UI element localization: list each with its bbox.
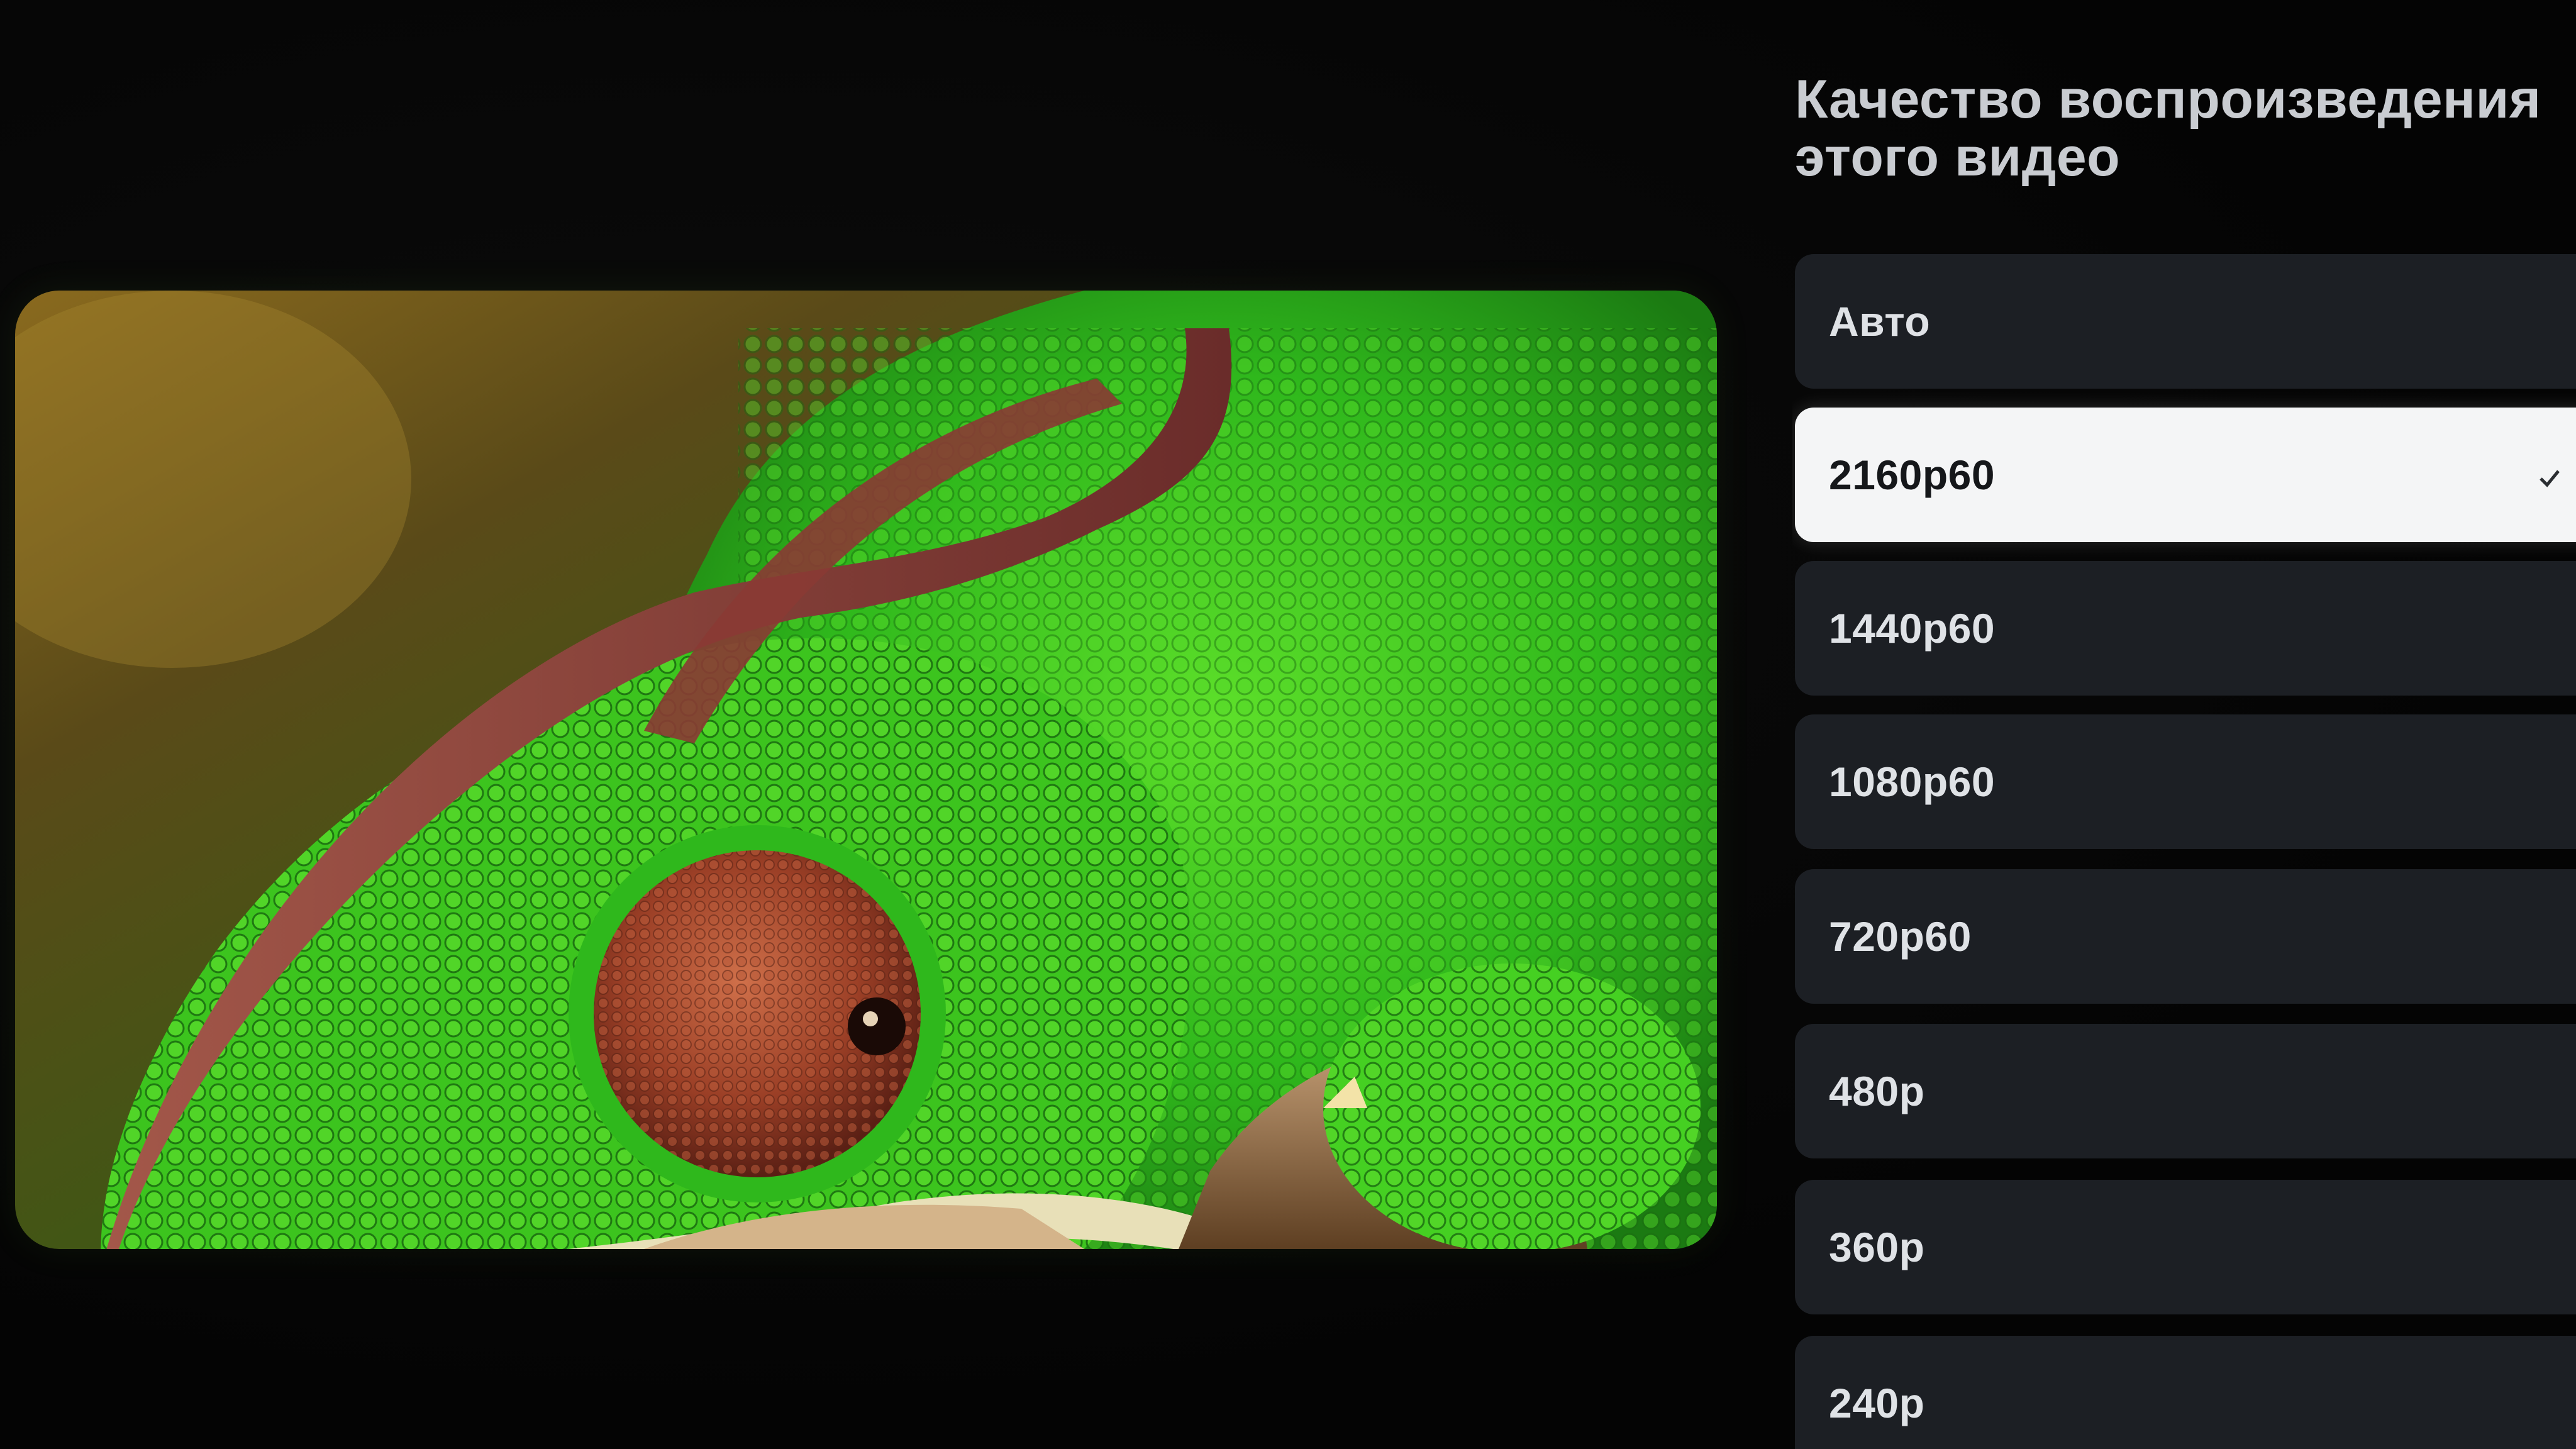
quality-option[interactable]: 360p (1795, 1180, 2576, 1314)
quality-option[interactable]: 1080p60 (1795, 714, 2576, 849)
quality-option[interactable]: 1440p60 (1795, 561, 2576, 696)
video-preview (15, 291, 1717, 1249)
quality-panel: Качество воспроизведения этого видео Авт… (1792, 0, 2576, 1449)
quality-option[interactable]: 240p (1795, 1336, 2576, 1449)
quality-option[interactable]: Авто (1795, 254, 2576, 389)
panel-title: Качество воспроизведения этого видео (1795, 69, 2541, 187)
quality-option-label: 720p60 (1829, 913, 1972, 960)
quality-option[interactable]: 480p (1795, 1024, 2576, 1158)
video-frame-image (15, 291, 1717, 1249)
quality-option-label: 480p (1829, 1068, 1925, 1114)
quality-option-label: 240p (1829, 1380, 1925, 1426)
quality-option[interactable]: 720p60 (1795, 869, 2576, 1004)
quality-option-label: 360p (1829, 1224, 1925, 1270)
quality-option[interactable]: 2160p60 (1795, 408, 2576, 542)
check-icon (2540, 470, 2560, 487)
quality-option-label: 1440p60 (1829, 605, 1996, 652)
quality-option-label: Авто (1829, 298, 1931, 345)
quality-option-label: 1080p60 (1829, 758, 1996, 805)
quality-option-label: 2160p60 (1829, 452, 1996, 498)
